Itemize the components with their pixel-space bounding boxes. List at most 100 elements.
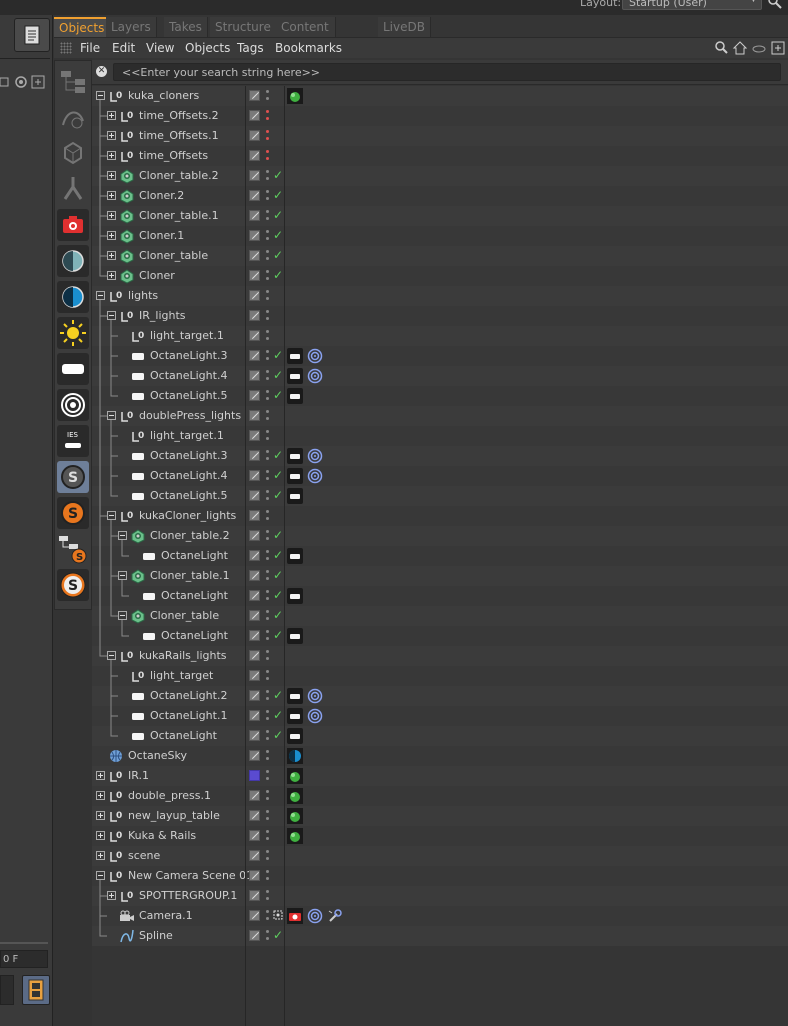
layer-color-swatch[interactable] [249,550,260,561]
octane-light-tag-icon[interactable] [287,348,303,364]
object-row[interactable]: 0 light_target.1 [92,426,788,446]
target-tag-icon[interactable] [307,468,323,484]
expand-icon[interactable] [96,851,105,860]
object-row[interactable]: 0 lights [92,286,788,306]
object-name[interactable]: OctaneSky [128,749,187,762]
expand-icon[interactable] [107,251,116,260]
visibility-dots[interactable] [266,389,269,403]
octane-scatter-hierarchy-button[interactable]: S [57,533,89,565]
object-name[interactable]: Cloner_table [139,249,208,262]
collapse-icon[interactable] [107,311,116,320]
null-tool-button[interactable] [57,65,89,97]
object-row[interactable]: 0 Kuka & Rails [92,826,788,846]
object-name[interactable]: time_Offsets.1 [139,129,219,142]
collapse-icon[interactable] [107,511,116,520]
close-icon[interactable]: ✕ [96,66,107,77]
layer-color-swatch[interactable] [249,370,260,381]
object-row[interactable]: 0 kuka_cloners [92,86,788,106]
octane-scatter-orange-button[interactable]: S [57,497,89,529]
visibility-dots[interactable] [266,209,269,223]
object-row[interactable]: Cloner.2 ✓ [92,186,788,206]
octane-object-tag-icon[interactable] [287,828,303,844]
enabled-check-icon[interactable]: ✓ [273,448,283,462]
object-row[interactable]: Cloner_table.2 ✓ [92,526,788,546]
target-tag-icon[interactable] [307,688,323,704]
layer-color-swatch[interactable] [249,910,260,921]
layer-color-swatch[interactable] [249,850,260,861]
layer-color-swatch[interactable] [249,710,260,721]
enabled-check-icon[interactable]: ✓ [273,628,283,642]
target-tag-icon[interactable] [307,348,323,364]
enabled-check-icon[interactable]: ✓ [273,168,283,182]
visibility-dots[interactable] [266,129,269,143]
object-row[interactable]: OctaneLight.5 ✓ [92,486,788,506]
object-row[interactable]: OctaneLight.2 ✓ [92,686,788,706]
visibility-dots[interactable] [266,509,269,523]
object-row[interactable]: 0 IR_lights [92,306,788,326]
object-name[interactable]: Cloner_table [150,609,219,622]
object-name[interactable]: Kuka & Rails [128,829,196,842]
enabled-check-icon[interactable]: ✓ [273,688,283,702]
object-name[interactable]: light_target.1 [150,429,224,442]
object-name[interactable]: Cloner_table.2 [139,169,219,182]
collapse-icon[interactable] [107,411,116,420]
object-name[interactable]: IR.1 [128,769,149,782]
enabled-check-icon[interactable]: ✓ [273,928,283,942]
motion-tag-icon[interactable] [327,908,343,924]
expand-icon[interactable] [107,231,116,240]
layer-color-swatch[interactable] [249,670,260,681]
octane-daylight-button[interactable] [57,245,89,277]
layer-color-swatch[interactable] [249,170,260,181]
object-name[interactable]: time_Offsets.2 [139,109,219,122]
layer-color-swatch[interactable] [249,530,260,541]
target-tag-icon[interactable] [307,448,323,464]
object-row[interactable]: OctaneLight.4 ✓ [92,366,788,386]
enabled-check-icon[interactable]: ✓ [273,208,283,222]
collapse-icon[interactable] [118,571,127,580]
octane-light-tag-icon[interactable] [287,728,303,744]
layer-color-swatch[interactable] [249,290,260,301]
layer-color-swatch[interactable] [249,430,260,441]
object-name[interactable]: OctaneLight.4 [150,369,227,382]
layer-color-swatch[interactable] [249,930,260,941]
object-name[interactable]: Cloner_table.1 [150,569,230,582]
layer-color-swatch[interactable] [249,790,260,801]
visibility-dots[interactable] [266,309,269,323]
enabled-check-icon[interactable]: ✓ [273,588,283,602]
search-input[interactable] [113,63,781,81]
object-name[interactable]: OctaneLight.2 [150,689,227,702]
layer-color-swatch[interactable] [249,830,260,841]
visibility-dots[interactable] [266,349,269,363]
object-name[interactable]: new_layup_table [128,809,220,822]
visibility-dots[interactable] [266,809,269,823]
expand-icon[interactable] [107,151,116,160]
layer-color-swatch[interactable] [249,570,260,581]
object-name[interactable]: OctaneLight [161,629,228,642]
octane-sun-button[interactable] [57,317,89,349]
visibility-dots[interactable] [266,589,269,603]
object-manager-layout-button[interactable] [14,18,50,52]
octane-light-tag-icon[interactable] [287,368,303,384]
object-name[interactable]: kuka_cloners [128,89,199,102]
object-name[interactable]: OctaneLight.1 [150,709,227,722]
lock-icon[interactable] [0,72,50,92]
object-name[interactable]: Spline [139,929,173,942]
layer-color-swatch[interactable] [249,890,260,901]
object-name[interactable]: Camera.1 [139,909,193,922]
octane-light-tag-icon[interactable] [287,628,303,644]
visibility-dots[interactable] [266,689,269,703]
visibility-dots[interactable] [266,329,269,343]
object-row[interactable]: Cloner ✓ [92,266,788,286]
octane-light-tag-icon[interactable] [287,448,303,464]
visibility-dots[interactable] [266,669,269,683]
object-name[interactable]: OctaneLight [161,549,228,562]
layer-color-swatch[interactable] [249,90,260,101]
expand-icon[interactable] [107,191,116,200]
visibility-dots[interactable] [266,429,269,443]
enabled-check-icon[interactable]: ✓ [273,568,283,582]
object-row[interactable]: 0 new_layup_table [92,806,788,826]
layer-color-swatch[interactable] [249,590,260,601]
object-row[interactable]: Cloner_table.1 ✓ [92,206,788,226]
expand-icon[interactable] [107,891,116,900]
layer-color-swatch[interactable] [249,190,260,201]
